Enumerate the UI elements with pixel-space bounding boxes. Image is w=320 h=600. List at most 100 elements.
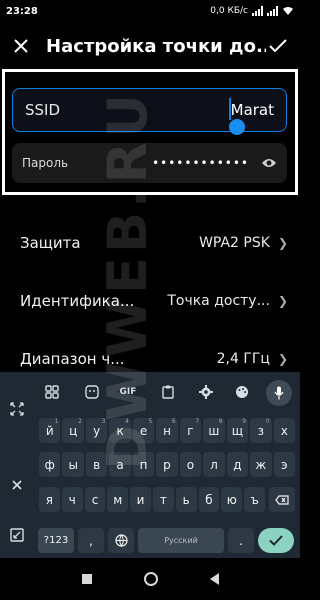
key-щ[interactable]: щ9 [226, 418, 249, 443]
key-hint: 6 [171, 418, 176, 425]
enter-key[interactable] [258, 528, 294, 553]
sticker-button[interactable] [80, 382, 104, 402]
key-д[interactable]: д [226, 452, 249, 477]
key-label: и [136, 492, 145, 507]
key-а[interactable]: а [109, 452, 131, 477]
save-button[interactable] [266, 34, 290, 58]
key-к[interactable]: к4 [109, 418, 131, 443]
recents-button[interactable] [81, 574, 92, 584]
ssid-value-text: Marat [230, 101, 274, 119]
key-п[interactable]: п [132, 452, 155, 477]
password-field[interactable]: Пароль •••••••••••• [12, 143, 287, 183]
key-ю[interactable]: ю [221, 487, 243, 512]
move-cursor-button[interactable] [4, 472, 30, 498]
floating-keyboard-button[interactable] [4, 522, 30, 548]
key-с[interactable]: с [84, 487, 106, 512]
key-т[interactable]: т [153, 487, 174, 512]
resize-keyboard-button[interactable] [4, 396, 30, 422]
key-label: у [93, 423, 101, 438]
expand-icon [10, 402, 24, 416]
key-е[interactable]: е5 [132, 418, 155, 443]
key-label: й [45, 423, 54, 438]
sticker-icon [85, 385, 99, 399]
key-ц[interactable]: ц2 [62, 418, 84, 443]
app-bar: Настройка точки до... [0, 26, 300, 66]
apps-button[interactable] [40, 382, 64, 402]
palette-icon [236, 386, 248, 398]
password-value: •••••••••••• [152, 156, 249, 170]
setting-label: Диапазон ч... [20, 350, 125, 368]
key-label: э [280, 457, 288, 472]
key-о[interactable]: о [179, 452, 202, 477]
setting-row-identification[interactable]: Идентифика... Точка досту... ❯ [0, 281, 300, 321]
cursor-handle[interactable] [229, 119, 245, 135]
key-label: з [257, 423, 264, 438]
show-password-button[interactable] [261, 157, 277, 169]
eye-icon [262, 159, 276, 167]
key-ф[interactable]: ф [39, 452, 61, 477]
setting-label: Защита [20, 234, 81, 252]
key-label: г [187, 423, 194, 438]
key-б[interactable]: б [198, 487, 220, 512]
network-speed: 0,0 КБ/с [210, 6, 248, 16]
signal-icon [252, 6, 263, 16]
key-и[interactable]: и [130, 487, 151, 512]
key-й[interactable]: й1 [39, 418, 61, 443]
key-label: ш [208, 423, 220, 438]
key-hint: 1 [54, 418, 59, 425]
settings-button[interactable] [194, 382, 218, 402]
comma-key[interactable]: , [78, 528, 104, 553]
key-в[interactable]: в [85, 452, 108, 477]
microphone-icon [274, 386, 284, 400]
key-ч[interactable]: ч [61, 487, 83, 512]
key-з[interactable]: з0 [250, 418, 272, 443]
home-button[interactable] [143, 572, 158, 586]
setting-row-security[interactable]: Защита WPA2 PSK ❯ [0, 223, 300, 263]
key-г[interactable]: г7 [179, 418, 202, 443]
close-button[interactable] [10, 35, 32, 57]
key-э[interactable]: э [273, 452, 295, 477]
key-ж[interactable]: ж [250, 452, 272, 477]
globe-key[interactable] [108, 528, 134, 553]
key-hint: 4 [124, 418, 129, 425]
ssid-value: Marat [228, 98, 274, 120]
backspace-icon [275, 494, 289, 505]
key-label: р [163, 457, 171, 472]
key-hint: 7 [195, 418, 200, 425]
close-icon [14, 39, 28, 53]
key-р[interactable]: р [156, 452, 178, 477]
clipboard-button[interactable] [156, 382, 180, 402]
gif-button[interactable]: GIF [116, 382, 140, 402]
key-label: о [186, 457, 195, 472]
setting-value: Точка досту... [167, 293, 270, 309]
key-н[interactable]: н6 [156, 418, 178, 443]
key-у[interactable]: у3 [85, 418, 108, 443]
period-key[interactable]: . [228, 528, 254, 553]
space-key[interactable]: Русский [138, 528, 224, 553]
key-label: я [45, 492, 53, 507]
ssid-field[interactable]: SSID Marat [12, 88, 287, 132]
cursor-arrows-icon [12, 480, 22, 490]
key-ш[interactable]: ш8 [203, 418, 225, 443]
key-ь[interactable]: ь [175, 487, 197, 512]
key-я[interactable]: я [39, 487, 60, 512]
key-л[interactable]: л [203, 452, 225, 477]
key-label: т [159, 492, 167, 507]
keyboard-toolbar: GIF [0, 372, 300, 412]
key-м[interactable]: м [107, 487, 129, 512]
key-label: в [93, 457, 101, 472]
key-ъ[interactable]: ъ [244, 487, 265, 512]
key-х[interactable]: х [273, 418, 295, 443]
wifi-icon [283, 7, 293, 15]
back-button[interactable] [209, 573, 219, 585]
key-ы[interactable]: ы [62, 452, 84, 477]
key-hint: 5 [148, 418, 153, 425]
chevron-right-icon: ❯ [277, 236, 288, 250]
theme-button[interactable] [230, 382, 254, 402]
symbols-key[interactable]: ?123 [38, 528, 74, 553]
voice-input-button[interactable] [266, 380, 292, 406]
key-label: ю [226, 492, 237, 507]
key-label: ф [44, 457, 55, 472]
status-time: 23:28 [6, 5, 38, 17]
backspace-key[interactable] [269, 487, 295, 512]
